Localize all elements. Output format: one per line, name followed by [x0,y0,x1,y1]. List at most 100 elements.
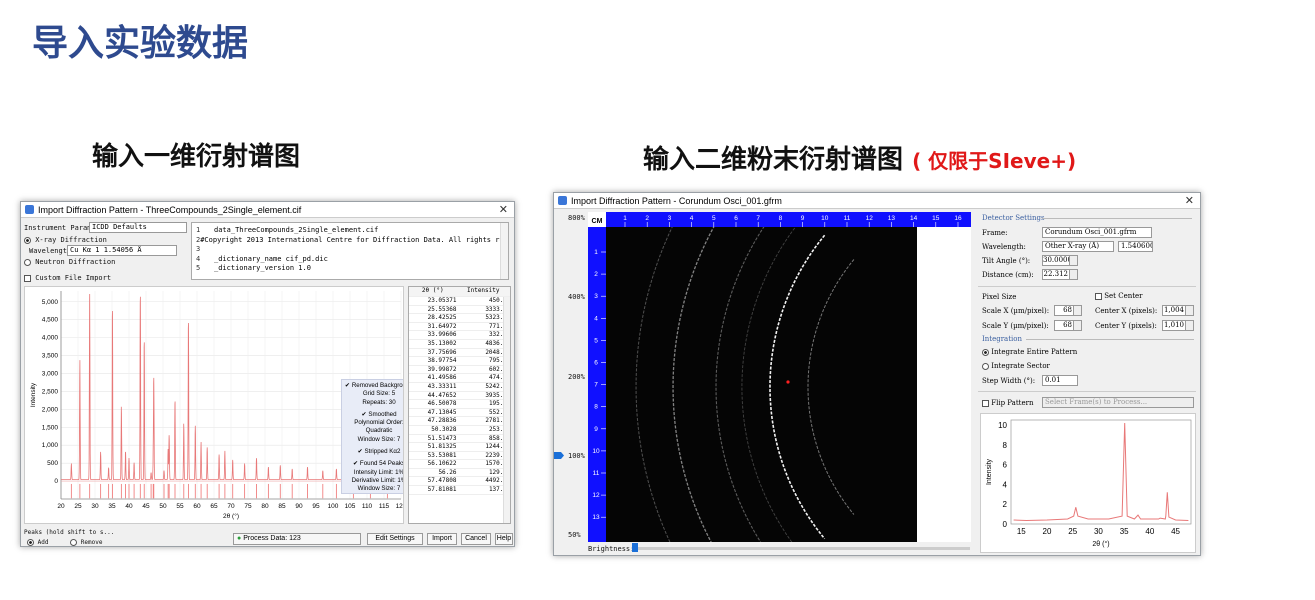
import-button[interactable]: Import [427,533,457,545]
wavelength-select[interactable]: Cu Kα 1 1.54056 Å [67,245,177,256]
neutron-radio[interactable] [24,258,31,266]
custom-import-option[interactable]: Custom File Import [24,274,111,282]
table-row[interactable]: 57.47808 4492.0 [409,477,510,487]
set-center-checkbox[interactable] [1095,292,1102,300]
y-tick-label: 0 [1003,520,1008,529]
table-row[interactable]: 41.49586 474.7 [409,374,510,383]
wavelength-label-2d: Wavelength: [982,243,1026,251]
process-data-field[interactable]: ● Process Data: 123 [233,533,361,545]
edit-settings-button[interactable]: Edit Settings [367,533,423,545]
top-ruler-label: 11 [844,215,851,222]
step-width-label: Step Width (°): [982,377,1036,385]
table-row[interactable]: 47.13045 552.7 [409,409,510,418]
app-icon [558,196,567,205]
table-row[interactable]: 57.81081 137.5 [409,486,510,495]
brightness-slider[interactable] [634,547,970,550]
table-scrollbar[interactable] [503,297,510,523]
frame-select[interactable]: Corundum Osci_001.gfrm [1042,227,1152,238]
table-row[interactable]: 43.33311 5242.9 [409,383,510,392]
add-label: Add [37,539,49,546]
x-tick-label: 60 [193,503,201,510]
wavelength-input-2d[interactable]: 1.540600 [1118,241,1153,252]
close-icon[interactable]: ✕ [499,203,508,216]
table-row[interactable]: 44.47652 3935.0 [409,392,510,401]
table-row[interactable]: 37.75696 2048.0 [409,349,510,358]
zoom-slider-handle[interactable] [554,452,564,459]
table-row[interactable]: 28.42525 5323.3 [409,314,510,323]
table-row[interactable]: 31.64972 771.9 [409,323,510,332]
remove-radio[interactable] [70,539,78,546]
table-row[interactable]: 53.53081 2239.5 [409,452,510,461]
set-center-option[interactable]: Set Center [1095,292,1143,300]
y-tick-label: 3,500 [42,353,59,360]
table-row[interactable]: 39.99872 602.7 [409,366,510,375]
integrate-entire-radio[interactable] [982,348,989,356]
center-y-input[interactable]: 1,010 [1162,320,1194,331]
x-tick-label: 80 [261,503,269,510]
select-frames-dropdown[interactable]: Select Frame(s) to Process... [1042,397,1194,408]
x-tick-label: 55 [176,503,184,510]
top-ruler-label: 9 [801,215,805,222]
table-row[interactable]: 50.3028 253.4 [409,426,510,435]
detector-view[interactable]: CM 1 2 3 4 5 6 7 8 9 10 11 12 13 14 15 16 1 2 3 4 5 6 7 8 9 10 11 12… [588,212,971,542]
preview-scrollbar[interactable] [500,223,508,279]
zoom-100[interactable]: 100% [568,452,585,460]
table-row[interactable]: 47.28836 2781.7 [409,417,510,426]
processing-summary: ✔ Removed BackgroundGrid Size: 5Repeats:… [341,379,404,494]
center-x-input[interactable]: 1,004 [1162,305,1194,316]
close-icon[interactable]: ✕ [1185,194,1194,207]
zoom-800[interactable]: 800% [568,214,585,222]
scale-y-input[interactable]: 68 [1054,320,1082,331]
brightness-handle[interactable] [632,543,638,552]
flip-pattern-option[interactable]: Flip Pattern [982,399,1033,407]
step-width-input[interactable]: 0.01 [1042,375,1078,386]
cell-two-theta: 31.64972 [427,322,457,330]
beam-center-marker [786,380,790,384]
table-row[interactable]: 56.26 129.6 [409,469,510,478]
flip-pattern-checkbox[interactable] [982,399,989,407]
table-row[interactable]: 38.97754 795.7 [409,357,510,366]
table-row[interactable]: 25.55368 3333.9 [409,306,510,315]
y-tick-label: 6 [1003,461,1008,470]
table-row[interactable]: 46.50078 195.1 [409,400,510,409]
cell-two-theta: 47.13045 [427,408,457,416]
wavelength-type-select[interactable]: Other X-ray (Å) [1042,241,1114,252]
tilt-input[interactable]: 30.0000 [1042,255,1078,266]
table-row[interactable]: 51.81325 1244.7 [409,443,510,452]
cell-two-theta: 23.05371 [427,297,457,304]
cancel-button[interactable]: Cancel [461,533,491,545]
cm-label: CM [592,218,603,225]
distance-input[interactable]: 22.312 [1042,269,1078,280]
custom-import-checkbox[interactable] [24,274,31,282]
add-radio[interactable] [27,539,34,546]
import-window-2d: Import Diffraction Pattern - Corundum Os… [553,192,1201,556]
left-ruler-label: 7 [594,382,598,389]
cell-two-theta: 47.28836 [427,417,457,425]
table-row[interactable]: 56.10622 1570.8 [409,460,510,469]
center-y-label: Center Y (pixels): [1095,322,1157,330]
xray-option[interactable]: X-ray Diffraction [24,236,107,244]
divider [978,286,1196,287]
top-ruler-label: 15 [932,215,940,222]
scale-x-input[interactable]: 68 [1054,305,1082,316]
add-option[interactable]: Add Remove [27,539,102,546]
cell-two-theta: 33.99606 [427,331,457,339]
pattern-chart-1d[interactable]: 0 500 1,000 1,500 2,000 2,500 3,000 3,500 4,000 4… [24,286,404,524]
zoom-50[interactable]: 50% [568,531,581,539]
integrate-sector-radio[interactable] [982,362,989,370]
help-button[interactable]: Help [495,533,513,545]
instrument-select[interactable]: ICDD Defaults [89,222,187,233]
xray-radio[interactable] [24,236,31,244]
app-icon [25,205,34,214]
table-row[interactable]: 51.51473 858.7 [409,435,510,444]
table-row[interactable]: 35.13002 4836.0 [409,340,510,349]
y-tick-label: 2 [1003,500,1008,509]
integrate-entire-option[interactable]: Integrate Entire Pattern [982,348,1077,356]
processing-line: ✔ Found 54 Peaks [353,460,404,468]
zoom-400[interactable]: 400% [568,293,585,301]
zoom-200[interactable]: 200% [568,373,585,381]
table-row[interactable]: 33.99606 332.7 [409,331,510,340]
table-row[interactable]: 23.05371 450.7 [409,297,510,306]
integrate-sector-option[interactable]: Integrate Sector [982,362,1050,370]
neutron-option[interactable]: Neutron Diffraction [24,258,115,266]
